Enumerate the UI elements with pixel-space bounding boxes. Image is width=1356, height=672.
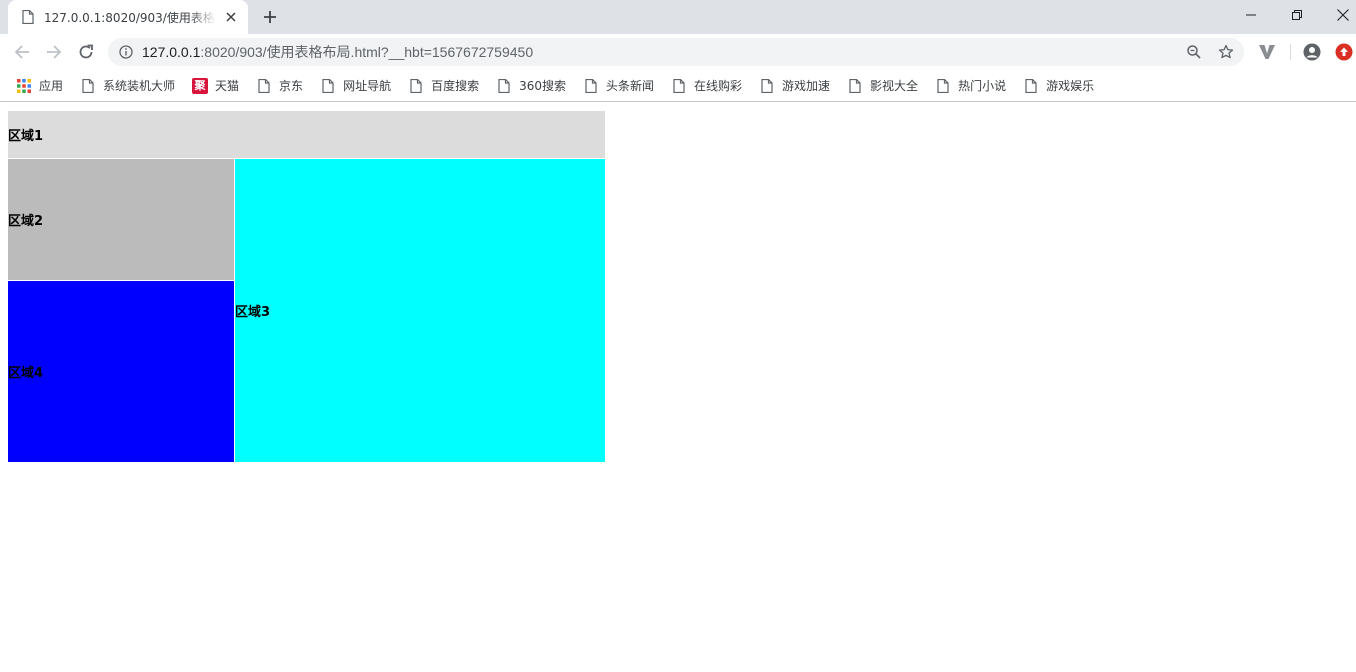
area-1-cell: 区域1 xyxy=(7,110,606,159)
page-icon xyxy=(671,78,687,94)
restore-button[interactable] xyxy=(1274,0,1320,30)
bookmark-item[interactable]: 京东 xyxy=(250,74,309,98)
arrow-right-icon xyxy=(47,45,62,59)
profile-avatar-icon[interactable] xyxy=(1300,40,1324,64)
bookmark-label: 网址导航 xyxy=(343,79,392,93)
zoom-icon[interactable] xyxy=(1184,42,1204,62)
bookmark-label: 天猫 xyxy=(215,79,240,93)
browser-tab[interactable]: 127.0.0.1:8020/903/使用表格布局.html?__hbt=156… xyxy=(8,0,248,34)
tmall-icon: 聚 xyxy=(192,77,209,94)
area-4-cell: 区域4 xyxy=(7,280,235,463)
bookmark-label: 系统装机大师 xyxy=(103,79,176,93)
reload-icon xyxy=(79,44,93,59)
page-icon xyxy=(1023,78,1039,94)
page-icon xyxy=(408,78,424,94)
area-3-cell: 区域3 xyxy=(234,158,606,463)
address-bar[interactable]: 127.0.0.1:8020/903/使用表格布局.html?__hbt=156… xyxy=(108,38,1244,66)
new-tab-button[interactable] xyxy=(258,6,282,28)
reload-button[interactable] xyxy=(72,38,100,66)
bookmark-item[interactable]: 游戏娱乐 xyxy=(1017,74,1100,98)
bookmark-label: 头条新闻 xyxy=(606,79,655,93)
bookmark-tmall[interactable]: 聚 天猫 xyxy=(186,74,245,98)
extension-v-icon[interactable] xyxy=(1255,40,1279,64)
page-icon xyxy=(256,78,272,94)
page-icon xyxy=(320,78,336,94)
update-badge-icon[interactable] xyxy=(1332,40,1356,64)
minimize-button[interactable] xyxy=(1228,0,1274,30)
url-path: :8020/903/使用表格布局.html?__hbt=156767275945… xyxy=(200,44,534,60)
bookmark-label: 360搜索 xyxy=(519,79,566,93)
page-icon xyxy=(759,78,775,94)
page-icon xyxy=(583,78,599,94)
page-icon xyxy=(496,78,512,94)
arrow-left-icon xyxy=(14,45,29,59)
tab-title: 127.0.0.1:8020/903/使用表格布局.html?__hbt=156… xyxy=(44,10,216,25)
layout-table: 区域1 区域2 区域3 区域4 xyxy=(7,110,606,463)
bookmark-item[interactable]: 百度搜索 xyxy=(402,74,485,98)
url-host: 127.0.0.1 xyxy=(142,44,201,60)
bookmark-label: 游戏加速 xyxy=(782,79,831,93)
back-button[interactable] xyxy=(8,38,36,66)
bookmark-label: 应用 xyxy=(39,79,64,93)
bookmark-label: 京东 xyxy=(279,79,304,93)
bookmark-item[interactable]: 网址导航 xyxy=(314,74,397,98)
bookmark-item[interactable]: 游戏加速 xyxy=(753,74,836,98)
tab-strip: 127.0.0.1:8020/903/使用表格布局.html?__hbt=156… xyxy=(0,0,1356,34)
page-icon xyxy=(847,78,863,94)
url-text[interactable]: 127.0.0.1:8020/903/使用表格布局.html?__hbt=156… xyxy=(142,42,533,62)
apps-grid-icon xyxy=(16,78,32,94)
page-icon xyxy=(80,78,96,94)
bookmark-item[interactable]: 影视大全 xyxy=(841,74,924,98)
bookmark-label: 游戏娱乐 xyxy=(1046,79,1095,93)
bookmarks-bar: 应用 系统装机大师 聚 天猫 京东 网址导航 百度搜索 360搜索 头条新闻 在… xyxy=(0,70,1356,102)
bookmark-label: 热门小说 xyxy=(958,79,1007,93)
bookmark-star-icon[interactable] xyxy=(1216,42,1236,62)
browser-toolbar: 127.0.0.1:8020/903/使用表格布局.html?__hbt=156… xyxy=(0,34,1356,70)
bookmark-item[interactable]: 热门小说 xyxy=(929,74,1012,98)
bookmark-item[interactable]: 360搜索 xyxy=(490,74,572,98)
bookmark-item[interactable]: 在线购彩 xyxy=(665,74,748,98)
bookmark-label: 百度搜索 xyxy=(431,79,480,93)
forward-button[interactable] xyxy=(40,38,68,66)
bookmark-item[interactable]: 系统装机大师 xyxy=(74,74,181,98)
info-icon[interactable] xyxy=(118,44,134,60)
bookmark-apps[interactable]: 应用 xyxy=(10,74,69,98)
area-2-cell: 区域2 xyxy=(7,158,235,281)
bookmark-item[interactable]: 头条新闻 xyxy=(577,74,660,98)
page-icon xyxy=(935,78,951,94)
page-viewport: 区域1 区域2 区域3 区域4 xyxy=(0,103,1356,672)
close-tab-icon[interactable] xyxy=(222,8,240,26)
toolbar-divider xyxy=(1290,44,1291,60)
page-icon xyxy=(20,9,36,25)
close-window-button[interactable] xyxy=(1320,0,1356,30)
bookmark-label: 在线购彩 xyxy=(694,79,743,93)
bookmark-label: 影视大全 xyxy=(870,79,919,93)
